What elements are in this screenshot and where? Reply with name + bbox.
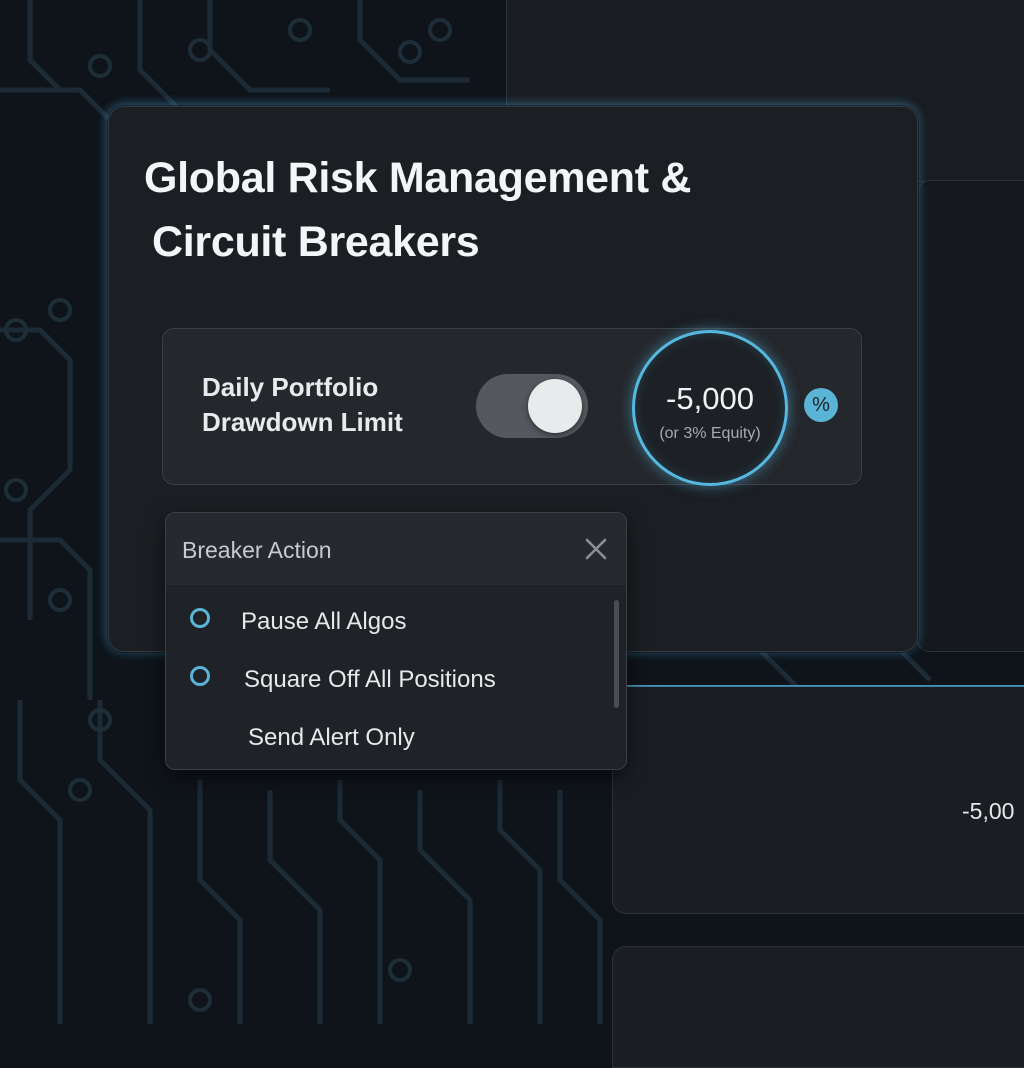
breaker-action-list: Pause All Algos Square Off All Positions… — [166, 585, 626, 769]
toggle-knob — [528, 379, 582, 433]
percent-unit-button[interactable]: % — [804, 388, 838, 422]
radio-icon[interactable] — [190, 666, 210, 686]
dropdown-scrollbar[interactable] — [614, 600, 619, 708]
drawdown-toggle[interactable] — [476, 374, 588, 438]
option-pause-all-algos[interactable]: Pause All Algos — [166, 595, 606, 645]
breaker-action-header: Breaker Action — [166, 513, 626, 585]
close-icon[interactable] — [582, 535, 610, 563]
background-panel-right — [916, 180, 1024, 652]
drawdown-label: Daily Portfolio Drawdown Limit — [202, 370, 442, 440]
drawdown-limit-value: -5,000 — [666, 381, 754, 416]
drawdown-label-line2: Drawdown Limit — [202, 407, 403, 437]
breaker-action-dropdown: Breaker Action Pause All Algos Square Of… — [165, 512, 627, 770]
card-title-line2: Circuit Breakers — [152, 218, 480, 266]
background-panel-bottom — [612, 946, 1024, 1068]
card-title: Global Risk Management & Circuit Breaker… — [144, 146, 784, 274]
breaker-action-title: Breaker Action — [182, 537, 332, 563]
radio-icon[interactable] — [190, 608, 210, 628]
option-label: Pause All Algos — [241, 608, 407, 635]
option-square-off-all-positions[interactable]: Square Off All Positions — [166, 653, 606, 703]
option-label: Square Off All Positions — [244, 666, 496, 693]
option-label: Send Alert Only — [248, 724, 415, 751]
option-send-alert-only[interactable]: Send Alert Only — [166, 711, 606, 761]
drawdown-label-line1: Daily Portfolio — [202, 372, 379, 402]
card-title-line1: Global Risk Management & — [144, 154, 692, 202]
background-panel-value: -5,00 — [962, 798, 1015, 824]
drawdown-limit-equity: (or 3% Equity) — [659, 425, 761, 442]
drawdown-limit-input[interactable]: -5,000 (or 3% Equity) — [632, 330, 788, 486]
